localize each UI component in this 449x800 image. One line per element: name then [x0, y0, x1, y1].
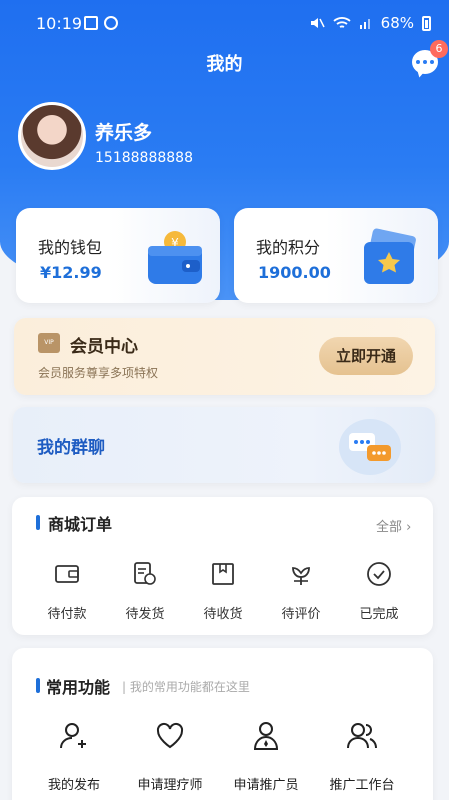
check-circle-icon — [367, 562, 391, 586]
chat-bubbles-icon — [339, 419, 401, 475]
wallet-title: 我的钱包 — [38, 238, 103, 257]
ticket-star-icon — [364, 228, 416, 284]
section-accent-bar — [36, 515, 40, 530]
user-phone: 15188888888 — [95, 150, 193, 166]
my-posts-item[interactable]: 我的发布 — [26, 720, 122, 793]
status-icons-right: 68% — [309, 14, 431, 32]
message-count-badge: 6 — [430, 40, 448, 58]
user-badge-icon — [253, 722, 279, 750]
sync-notification-icon — [104, 16, 118, 30]
order-completed[interactable]: 已完成 — [344, 561, 414, 622]
status-time: 10:19 — [36, 14, 83, 33]
vip-activate-button[interactable]: 立即开通 — [319, 337, 413, 375]
user-plus-icon — [60, 723, 86, 749]
points-value: 1900.00 — [258, 263, 331, 282]
common-functions-section: 常用功能 | 我的常用功能都在这里 我的发布 申请理疗师 申请推广员 推广工作台 — [12, 648, 433, 800]
receipt-clock-icon — [134, 562, 156, 585]
apply-therapist-item[interactable]: 申请理疗师 — [122, 720, 218, 793]
vip-title: 会员中心 — [70, 337, 138, 357]
mute-icon — [310, 18, 325, 28]
functions-subtitle: | 我的常用功能都在这里 — [122, 680, 250, 694]
vip-subtitle: 会员服务尊享多项特权 — [38, 366, 159, 380]
group-chat-title: 我的群聊 — [37, 438, 105, 458]
points-card[interactable]: 我的积分 1900.00 — [234, 208, 438, 303]
page-title: 我的 — [206, 54, 243, 75]
mall-orders-section: 商城订单 全部 › 待付款 待发货 待收货 待评价 已完成 — [12, 497, 433, 635]
status-icons-left — [84, 16, 118, 30]
points-title: 我的积分 — [256, 238, 321, 257]
wallet-balance: ¥12.99 — [40, 263, 102, 282]
order-pending-payment[interactable]: 待付款 — [32, 561, 102, 622]
users-icon — [347, 723, 377, 749]
group-chat-card[interactable]: 我的群聊 — [13, 407, 435, 483]
status-bar: 10:19 68% — [0, 0, 449, 48]
vip-center-card[interactable]: VIP 会员中心 会员服务尊享多项特权 立即开通 — [14, 318, 435, 395]
apply-promoter-item[interactable]: 申请推广员 — [218, 720, 314, 793]
section-accent-bar — [36, 678, 40, 693]
user-name: 养乐多 — [95, 122, 153, 144]
gallery-notification-icon — [84, 16, 98, 30]
order-pending-receipt[interactable]: 待收货 — [188, 561, 258, 622]
avatar[interactable] — [18, 102, 86, 170]
wallet-icon: ¥ — [148, 231, 202, 284]
order-pending-shipment[interactable]: 待发货 — [110, 561, 180, 622]
signal-icon — [359, 19, 370, 29]
heart-icon — [156, 722, 184, 749]
box-icon — [212, 563, 234, 585]
functions-title: 常用功能 — [46, 678, 111, 697]
wallet-icon — [55, 565, 79, 583]
orders-all-link[interactable]: 全部 › — [376, 516, 411, 535]
battery-percent: 68% — [380, 14, 414, 32]
wallet-card[interactable]: 我的钱包 ¥12.99 ¥ — [16, 208, 220, 303]
flower-icon — [292, 567, 310, 585]
wifi-icon — [333, 17, 351, 28]
promotion-workbench-item[interactable]: 推广工作台 — [314, 720, 410, 793]
battery-icon — [422, 15, 431, 31]
orders-title: 商城订单 — [48, 515, 113, 534]
vip-crown-icon: VIP — [38, 333, 60, 353]
order-pending-review[interactable]: 待评价 — [266, 561, 336, 622]
